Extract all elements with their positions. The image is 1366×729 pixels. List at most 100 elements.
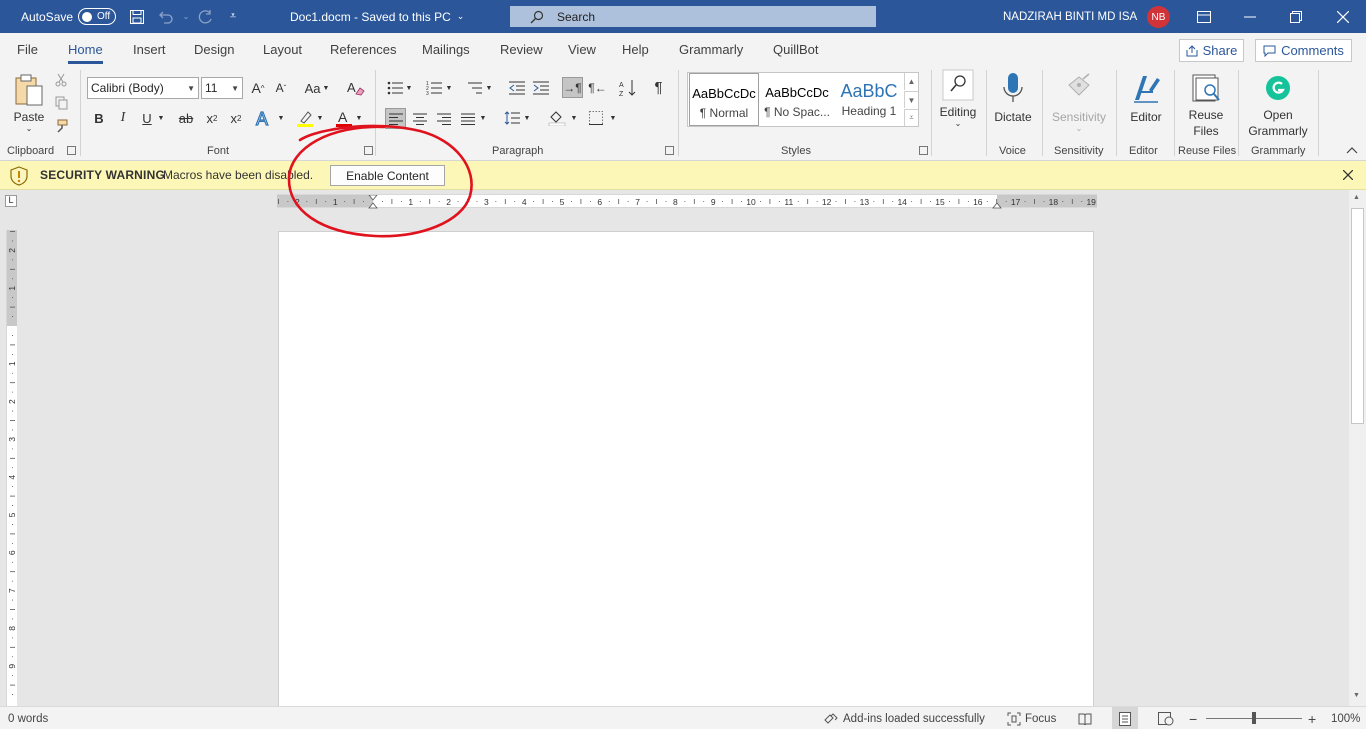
scrollbar-thumb[interactable] [1351, 208, 1364, 424]
vertical-ruler[interactable]: 2 1 1 2 3 4 5 6 7 8 9 [6, 230, 17, 706]
zoom-in-button[interactable]: + [1308, 707, 1316, 729]
font-color-icon[interactable]: A [333, 107, 355, 129]
paste-button[interactable]: Paste ⌄ [8, 70, 50, 133]
shading-dropdown-icon[interactable]: ▼ [569, 108, 579, 128]
share-button[interactable]: Share [1179, 39, 1244, 62]
highlight-icon[interactable] [294, 107, 316, 129]
editor-button[interactable]: Editor [1123, 68, 1169, 124]
tab-view[interactable]: View [568, 33, 596, 66]
clipboard-launcher-icon[interactable] [67, 146, 76, 155]
cut-icon[interactable] [53, 72, 69, 88]
paragraph-launcher-icon[interactable] [665, 146, 674, 155]
indent-marker[interactable] [368, 195, 378, 209]
borders-dropdown-icon[interactable]: ▼ [608, 108, 618, 128]
shrink-font-button[interactable]: Aˇ [272, 78, 290, 98]
tab-help[interactable]: Help [622, 33, 649, 66]
italic-button[interactable]: I [114, 108, 132, 128]
copy-icon[interactable] [53, 95, 69, 111]
align-right-icon[interactable] [433, 108, 454, 129]
shading-icon[interactable] [546, 108, 568, 128]
strikethrough-button[interactable]: ab [175, 108, 197, 128]
multilevel-dropdown-icon[interactable]: ▼ [484, 78, 494, 98]
gallery-down-icon[interactable]: ▼ [904, 91, 918, 108]
ribbon-display-options-icon[interactable] [1181, 0, 1227, 33]
close-warning-icon[interactable] [1342, 167, 1354, 183]
bullets-icon[interactable] [385, 78, 405, 98]
horizontal-ruler[interactable]: 2 1 1 2 3 4 5 6 7 8 9 10 11 12 13 14 15 16 17 18 19 [277, 194, 1097, 209]
format-painter-icon[interactable] [53, 118, 69, 134]
style-heading-1[interactable]: AaBbC Heading 1 [835, 73, 903, 126]
redo-icon[interactable] [195, 0, 215, 33]
rtl-button[interactable]: ¶← [587, 77, 608, 98]
highlight-dropdown-icon[interactable]: ▼ [315, 108, 325, 128]
clear-formatting-icon[interactable]: A [345, 78, 367, 98]
right-indent-marker[interactable] [992, 202, 1002, 209]
style-normal[interactable]: AaBbCcDc ¶ Normal [689, 73, 759, 126]
avatar[interactable]: NB [1147, 6, 1170, 28]
collapse-ribbon-icon[interactable] [1346, 146, 1358, 157]
tab-quillbot[interactable]: QuillBot [773, 33, 819, 66]
underline-dropdown-icon[interactable]: ▼ [156, 108, 166, 128]
line-spacing-dropdown-icon[interactable]: ▼ [522, 108, 532, 128]
comments-button[interactable]: Comments [1255, 39, 1352, 62]
borders-icon[interactable] [586, 108, 606, 128]
justify-dropdown-icon[interactable]: ▼ [478, 108, 488, 128]
undo-dropdown-icon[interactable]: ⌄ [176, 0, 196, 33]
align-center-icon[interactable] [409, 108, 430, 129]
close-icon[interactable] [1320, 0, 1366, 33]
tab-grammarly[interactable]: Grammarly [679, 33, 743, 66]
word-count[interactable]: 0 words [8, 707, 48, 729]
zoom-level[interactable]: 100% [1331, 707, 1360, 729]
print-layout-icon[interactable] [1112, 707, 1138, 729]
editing-button[interactable]: Editing ⌄ [936, 68, 980, 128]
read-mode-icon[interactable] [1078, 707, 1092, 729]
show-formatting-marks-icon[interactable]: ¶ [648, 77, 669, 98]
user-name[interactable]: NADZIRAH BINTI MD ISA [1003, 0, 1137, 33]
tab-stop-selector[interactable]: L [5, 195, 17, 207]
tab-mailings[interactable]: Mailings [422, 33, 470, 66]
gallery-up-icon[interactable]: ▲ [904, 73, 918, 90]
sort-icon[interactable]: AZ [617, 77, 639, 99]
dictate-button[interactable]: Dictate [991, 68, 1035, 124]
autosave-toggle[interactable]: Off [78, 8, 116, 25]
vertical-scrollbar[interactable]: ▲ ▼ [1349, 190, 1366, 706]
scroll-down-icon[interactable]: ▼ [1353, 692, 1360, 699]
web-layout-icon[interactable] [1158, 707, 1174, 729]
font-name-combo[interactable]: Calibri (Body) ▼ [87, 77, 199, 99]
scroll-up-icon[interactable]: ▲ [1353, 194, 1360, 201]
tab-home[interactable]: Home [68, 33, 103, 66]
decrease-indent-icon[interactable] [507, 78, 527, 98]
zoom-slider-thumb[interactable] [1252, 712, 1256, 724]
font-size-combo[interactable]: 11 ▼ [201, 77, 243, 99]
customize-qat-icon[interactable]: ⩡ [223, 0, 243, 33]
open-grammarly-button[interactable]: Open Grammarly [1244, 68, 1312, 138]
tab-layout[interactable]: Layout [263, 33, 302, 66]
addins-status[interactable]: Add-ins loaded successfully [823, 707, 985, 729]
focus-button[interactable]: Focus [1007, 707, 1056, 729]
numbering-dropdown-icon[interactable]: ▼ [444, 78, 454, 98]
styles-launcher-icon[interactable] [919, 146, 928, 155]
bold-button[interactable]: B [90, 108, 108, 128]
zoom-out-button[interactable]: − [1189, 707, 1197, 729]
change-case-button[interactable]: Aa ▼ [302, 78, 332, 98]
tab-references[interactable]: References [330, 33, 396, 66]
style-no-spacing[interactable]: AaBbCcDc ¶ No Spac... [762, 73, 832, 126]
tab-file[interactable]: File [17, 33, 38, 66]
document-title[interactable]: Doc1.docm - Saved to this PC ⌄ [290, 0, 464, 33]
save-icon[interactable] [127, 0, 147, 33]
underline-button[interactable]: U [138, 108, 156, 128]
search-box[interactable]: Search [510, 6, 876, 27]
text-effects-dropdown-icon[interactable]: ▼ [276, 108, 286, 128]
enable-content-button[interactable]: Enable Content [330, 165, 445, 186]
text-effects-icon[interactable]: A [254, 107, 276, 129]
superscript-button[interactable]: x2 [227, 108, 245, 128]
font-color-dropdown-icon[interactable]: ▼ [354, 108, 364, 128]
multilevel-list-icon[interactable] [464, 78, 484, 98]
align-left-icon[interactable] [385, 108, 406, 129]
reuse-files-button[interactable]: Reuse Files [1180, 68, 1232, 138]
bullets-dropdown-icon[interactable]: ▼ [404, 78, 414, 98]
font-launcher-icon[interactable] [364, 146, 373, 155]
justify-icon[interactable] [457, 108, 478, 129]
grow-font-button[interactable]: A ^ [249, 78, 267, 98]
minimize-icon[interactable] [1227, 0, 1273, 33]
